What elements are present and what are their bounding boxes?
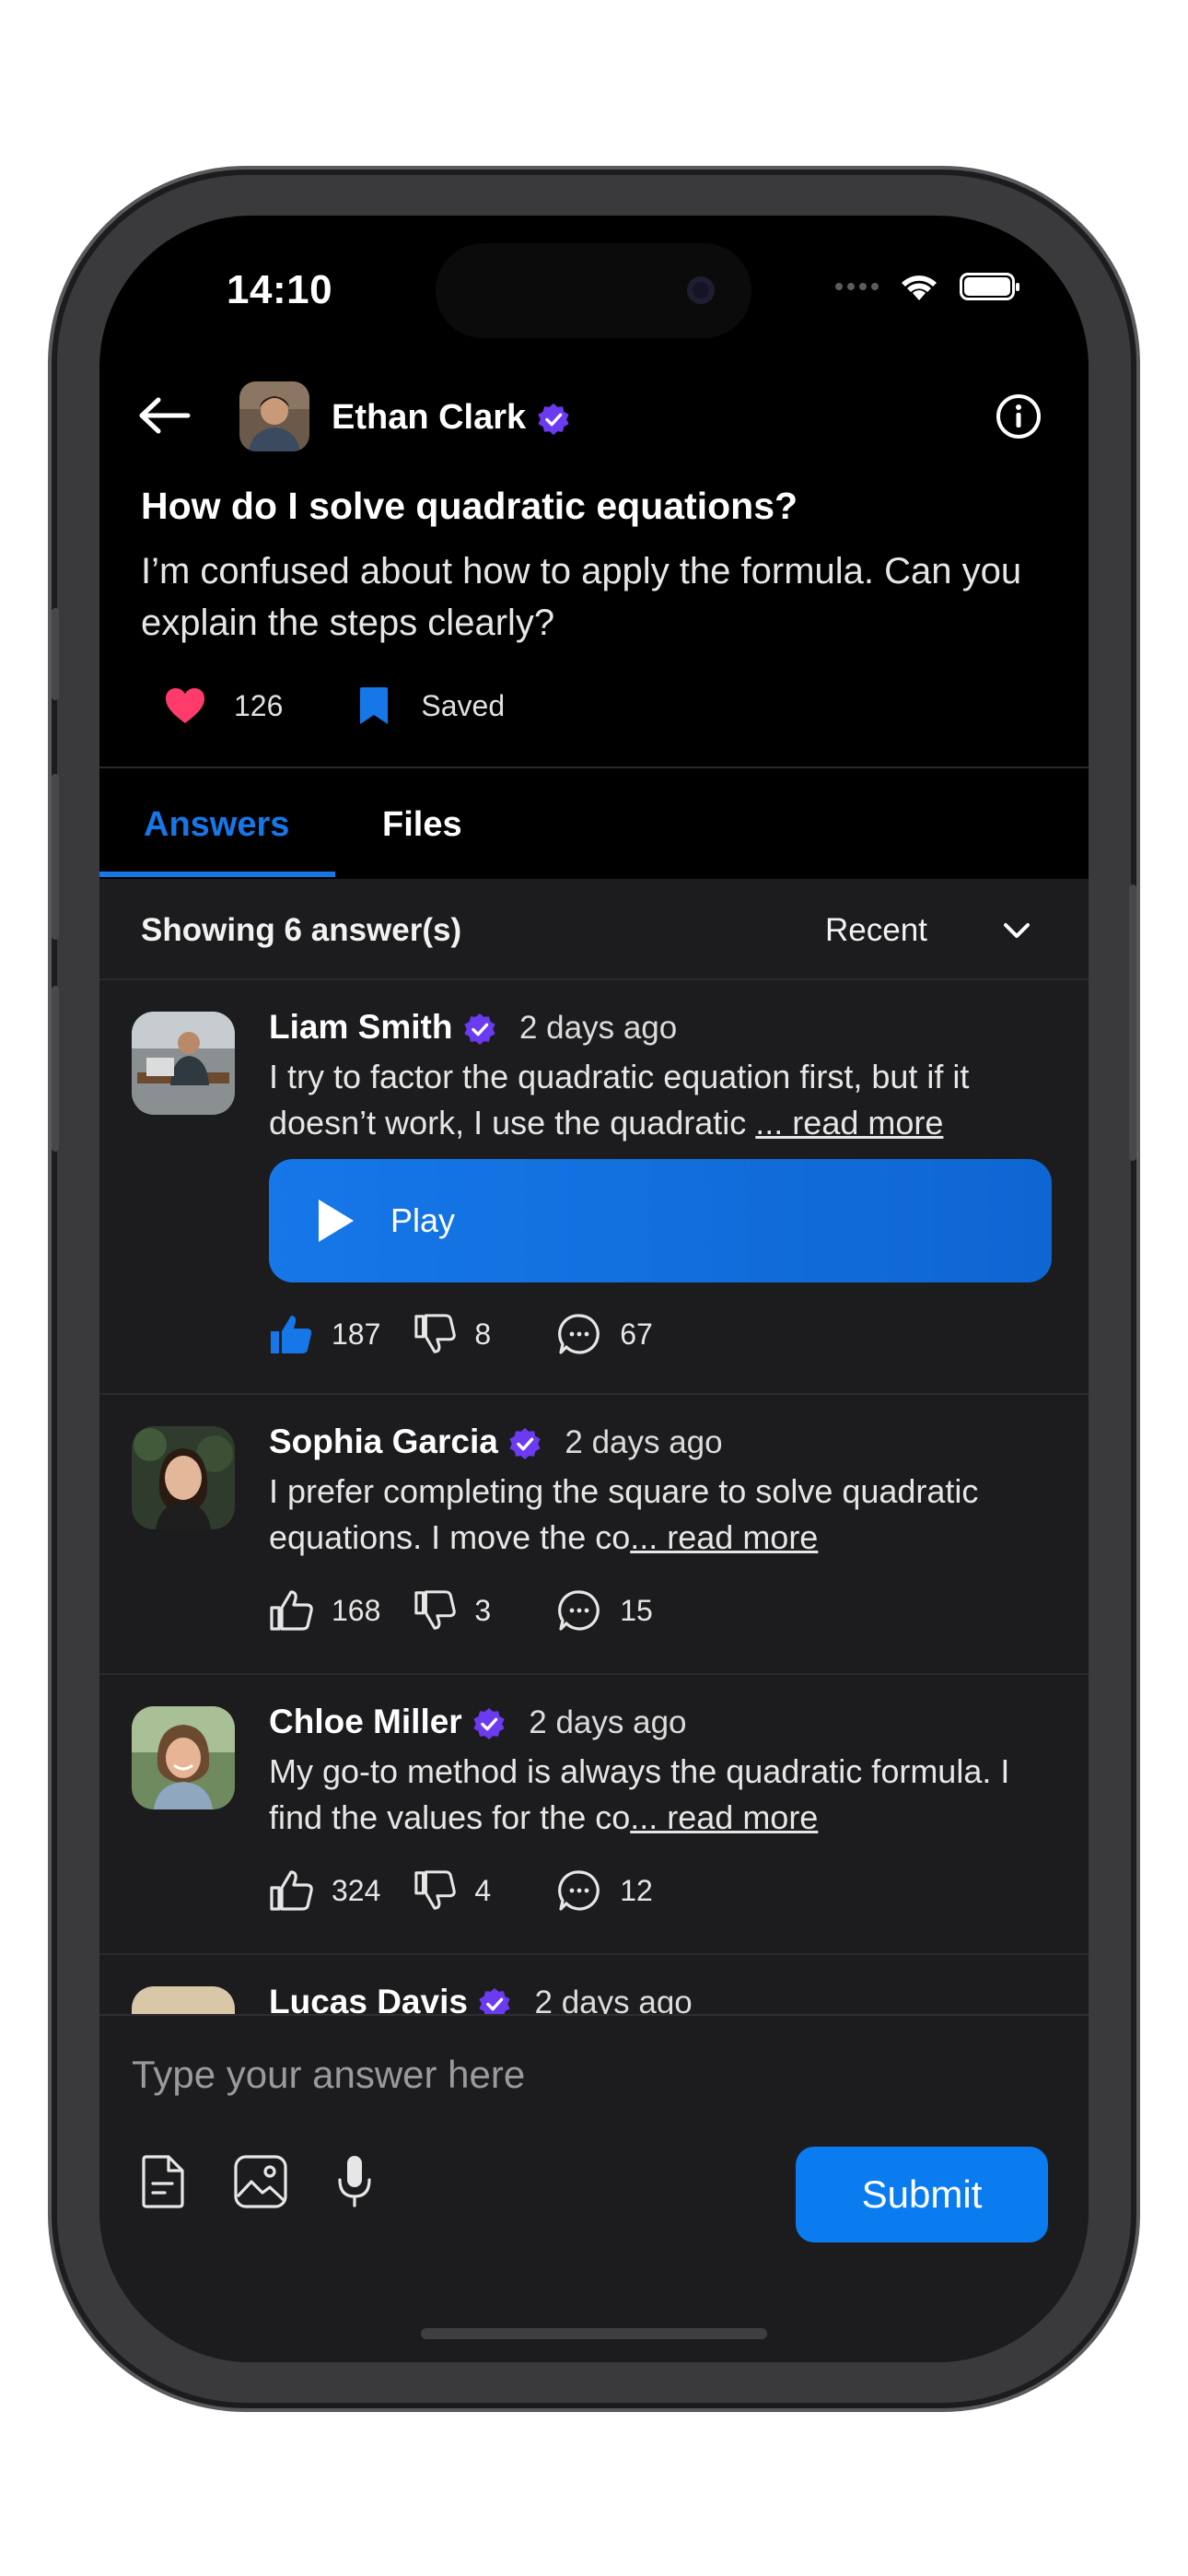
comment-icon[interactable] bbox=[557, 1868, 601, 1913]
answer-time: 2 days ago bbox=[518, 1010, 678, 1046]
heart-icon[interactable] bbox=[164, 686, 206, 725]
verified-badge-icon bbox=[538, 403, 569, 436]
read-more-link[interactable]: ... read more bbox=[630, 1798, 818, 1836]
answer-item: Chloe Miller 2 days ago My go-to method … bbox=[99, 1675, 1089, 1955]
tab-active-indicator bbox=[99, 872, 335, 877]
user-name[interactable]: Ethan Clark bbox=[332, 398, 571, 438]
phone-power-button bbox=[1129, 884, 1136, 1161]
dislike-count: 8 bbox=[474, 1317, 492, 1351]
status-time: 14:10 bbox=[227, 267, 333, 312]
avatar[interactable] bbox=[132, 1012, 235, 1115]
back-arrow-icon[interactable] bbox=[136, 392, 192, 439]
battery-icon bbox=[960, 273, 1019, 300]
wifi-icon bbox=[902, 275, 937, 300]
tab-bar: Answers Files bbox=[99, 778, 1089, 879]
phone-volume-up bbox=[52, 774, 59, 940]
verified-badge-icon bbox=[509, 1428, 541, 1460]
answers-header: Showing 6 answer(s) Recent bbox=[99, 879, 1089, 980]
play-icon bbox=[319, 1200, 354, 1242]
submit-button[interactable]: Submit bbox=[796, 2147, 1048, 2242]
answer-text: My go-to method is always the quadratic … bbox=[269, 1752, 1010, 1836]
read-more-link[interactable]: ... read more bbox=[630, 1518, 818, 1556]
thumbs-up-icon[interactable] bbox=[269, 1869, 313, 1912]
play-label: Play bbox=[390, 1201, 456, 1239]
comment-count: 67 bbox=[620, 1317, 653, 1351]
answer-composer: Type your answer here Submit bbox=[99, 2014, 1089, 2362]
read-more-link[interactable]: ... read more bbox=[755, 1104, 943, 1142]
thumbs-up-icon[interactable] bbox=[269, 1589, 313, 1632]
comment-count: 12 bbox=[620, 1873, 653, 1907]
dynamic-island bbox=[436, 243, 751, 338]
answer-text: I try to factor the quadratic equation f… bbox=[269, 1058, 970, 1142]
answer-author[interactable]: Chloe Miller 2 days ago bbox=[269, 1703, 687, 1741]
chevron-down-icon[interactable] bbox=[1000, 914, 1033, 947]
like-count: 324 bbox=[332, 1873, 381, 1907]
answer-input[interactable]: Type your answer here bbox=[132, 2053, 525, 2097]
answer-author[interactable]: Sophia Garcia 2 days ago bbox=[269, 1423, 723, 1461]
answer-author[interactable]: Liam Smith 2 days ago bbox=[269, 1008, 677, 1047]
answer-item: Liam Smith 2 days ago I try to factor th… bbox=[99, 980, 1089, 1395]
verified-badge-icon bbox=[479, 1988, 510, 2014]
answer-item: Lucas Davis 2 days ago bbox=[99, 1955, 1089, 2014]
answers-list: Showing 6 answer(s) Recent Liam Smith 2 … bbox=[99, 879, 1089, 2014]
microphone-icon[interactable] bbox=[336, 2154, 373, 2209]
answer-time: 2 days ago bbox=[529, 1704, 687, 1740]
question-body: I’m confused about how to apply the form… bbox=[141, 551, 1022, 643]
document-icon[interactable] bbox=[141, 2154, 185, 2209]
verified-badge-icon bbox=[473, 1708, 505, 1740]
sort-dropdown[interactable]: Recent bbox=[825, 912, 927, 949]
verified-badge-icon bbox=[464, 1013, 495, 1046]
tab-answers[interactable]: Answers bbox=[144, 805, 289, 845]
audio-play-button[interactable]: Play bbox=[269, 1159, 1052, 1282]
divider bbox=[99, 767, 1089, 768]
thumbs-down-icon[interactable] bbox=[413, 1869, 457, 1912]
answer-time: 2 days ago bbox=[565, 1424, 723, 1460]
question-title: How do I solve quadratic equations? bbox=[141, 485, 798, 527]
dislike-count: 4 bbox=[474, 1873, 492, 1907]
answer-time: 2 days ago bbox=[534, 1985, 693, 2014]
question-actions: 126 Saved bbox=[164, 685, 505, 726]
answers-count: Showing 6 answer(s) bbox=[141, 912, 462, 948]
status-icons bbox=[835, 271, 1019, 302]
answer-item: Sophia Garcia 2 days ago I prefer comple… bbox=[99, 1395, 1089, 1675]
answer-text: I prefer completing the square to solve … bbox=[269, 1472, 979, 1556]
answer-author[interactable]: Lucas Davis 2 days ago bbox=[269, 1983, 693, 2014]
thumbs-up-filled-icon[interactable] bbox=[269, 1313, 313, 1355]
question-like-count: 126 bbox=[234, 688, 284, 722]
info-icon[interactable] bbox=[995, 392, 1042, 440]
image-icon[interactable] bbox=[233, 2154, 288, 2209]
answer-actions: 168 3 15 bbox=[269, 1588, 653, 1633]
answer-actions: 324 4 12 bbox=[269, 1868, 653, 1913]
signal-icon bbox=[835, 283, 879, 290]
thumbs-down-icon[interactable] bbox=[413, 1313, 457, 1355]
screen: 14:10 Ethan Clark How do I solve quadrat… bbox=[99, 216, 1089, 2362]
dislike-count: 3 bbox=[474, 1593, 492, 1627]
phone-action-button bbox=[52, 608, 59, 700]
thumbs-down-icon[interactable] bbox=[413, 1589, 457, 1632]
comment-icon[interactable] bbox=[557, 1312, 601, 1356]
answer-actions: 187 8 67 bbox=[269, 1312, 653, 1356]
bookmark-icon[interactable] bbox=[358, 685, 390, 726]
tab-files[interactable]: Files bbox=[382, 805, 462, 845]
like-count: 168 bbox=[332, 1593, 381, 1627]
user-avatar[interactable] bbox=[239, 381, 309, 451]
header-bar: Ethan Clark bbox=[99, 372, 1089, 464]
home-indicator bbox=[421, 2328, 767, 2339]
like-count: 187 bbox=[332, 1317, 381, 1351]
saved-label[interactable]: Saved bbox=[421, 689, 505, 723]
avatar[interactable] bbox=[132, 1706, 235, 1809]
composer-toolbar bbox=[141, 2154, 373, 2209]
phone-volume-down bbox=[52, 986, 59, 1152]
avatar[interactable] bbox=[132, 1426, 235, 1529]
avatar[interactable] bbox=[132, 1986, 235, 2014]
comment-icon[interactable] bbox=[557, 1588, 601, 1633]
comment-count: 15 bbox=[620, 1593, 653, 1627]
